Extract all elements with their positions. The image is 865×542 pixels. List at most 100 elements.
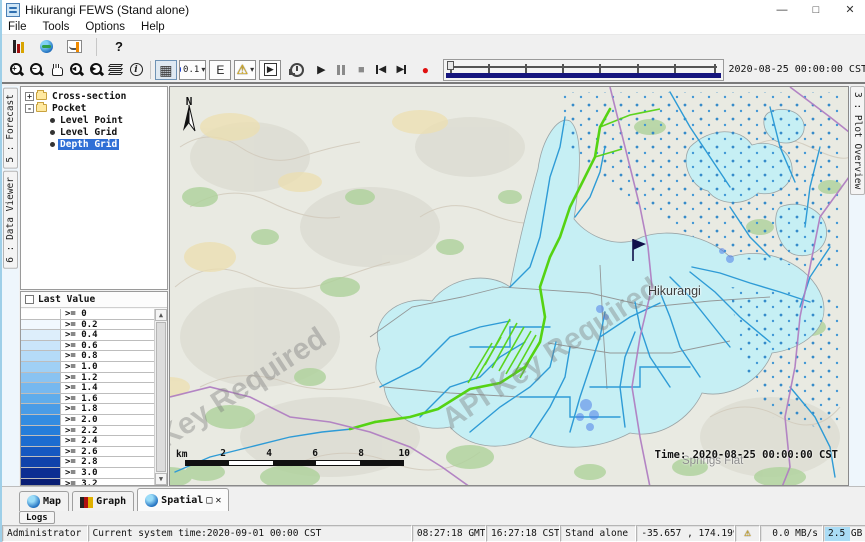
zoom-out-button[interactable]: − <box>26 59 46 80</box>
help-button[interactable]: ? <box>109 36 129 57</box>
dot-icon <box>180 67 181 72</box>
legend-row[interactable]: >= 2.0 <box>21 415 154 426</box>
minimize-button[interactable]: — <box>765 0 799 20</box>
zoom-previous-button[interactable]: ◂ <box>66 59 86 80</box>
menu-item[interactable]: Options <box>85 21 125 33</box>
animation-export-button[interactable]: ▶ <box>259 60 281 80</box>
go-last-button[interactable]: ▶ <box>391 59 411 80</box>
legend-row[interactable]: >= 1.6 <box>21 394 154 405</box>
legend-row[interactable]: >= 1.0 <box>21 362 154 373</box>
tab-close-icon[interactable]: ✕ <box>215 495 221 506</box>
tree-item-label[interactable]: Cross-section <box>50 91 128 102</box>
tree-item[interactable]: Level Grid <box>37 126 167 138</box>
stop-button[interactable]: ■ <box>351 59 371 80</box>
legend-row[interactable]: >= 0.2 <box>21 320 154 331</box>
legend-color-swatch <box>21 330 61 340</box>
legend-row[interactable]: >= 2.8 <box>21 457 154 468</box>
bottom-tab[interactable]: Graph <box>72 491 134 511</box>
scrollbar-thumb[interactable] <box>156 322 166 472</box>
status-memory-gauge[interactable]: 2.5 GB <box>823 525 865 542</box>
legend-row[interactable]: >= 2.4 <box>21 436 154 447</box>
legend-row[interactable]: >= 3.2 <box>21 479 154 486</box>
legend-row[interactable]: >= 1.2 <box>21 373 154 384</box>
map-view[interactable]: API Key Required API Key Required N Hiku… <box>169 86 849 486</box>
database-button[interactable] <box>8 36 28 57</box>
legend-panel: Last Value >= 0 >= 0.2 <box>20 291 168 486</box>
status-alerts[interactable]: ⚠ <box>735 525 760 542</box>
tree-item[interactable]: - Pocket <box>25 102 167 114</box>
menu-item[interactable]: Tools <box>43 21 70 33</box>
zoom-in-button[interactable]: + <box>6 59 26 80</box>
toolbar-separator <box>150 61 151 79</box>
thresholds-dropdown[interactable]: ⚠ ▾ <box>234 60 256 80</box>
legend-row[interactable]: >= 1.8 <box>21 404 154 415</box>
layers-icon <box>109 64 123 76</box>
bottom-tab-bar: Map Graph Spatial □ ✕ <box>2 486 865 511</box>
legend-row-label: >= 0.2 <box>61 320 98 330</box>
import-chart-button[interactable] <box>64 36 84 57</box>
scroll-down-icon[interactable]: ▼ <box>155 473 167 485</box>
last-value-checkbox[interactable] <box>25 295 34 304</box>
map-canvas <box>170 87 849 486</box>
menu-item[interactable]: Help <box>141 21 165 33</box>
globe-icon <box>40 40 53 53</box>
maximize-button[interactable]: □ <box>799 0 833 20</box>
play-icon: ▶ <box>317 63 325 76</box>
side-tab[interactable]: 5 : Forecast <box>3 88 18 169</box>
tree-node-icon <box>50 142 55 147</box>
zoom-next-button[interactable]: ▸ <box>86 59 106 80</box>
legend-row[interactable]: >= 0 <box>21 309 154 320</box>
tree-item-label[interactable]: Level Grid <box>58 127 119 138</box>
tree-toggle-icon[interactable]: - <box>25 104 34 113</box>
pan-button[interactable] <box>46 59 66 80</box>
scale-tick: 4 <box>226 448 272 459</box>
opacity-dropdown[interactable]: 0.1 ▾ <box>179 60 206 80</box>
tree-toggle-icon[interactable]: + <box>25 92 34 101</box>
go-first-button[interactable]: ◀ <box>371 59 391 80</box>
tree-item[interactable]: + Cross-section <box>25 90 167 102</box>
grid-toggle-button[interactable]: ▦ <box>155 60 177 80</box>
movie-icon: ▶ <box>264 63 277 76</box>
tree-item-label[interactable]: Level Point <box>58 115 125 126</box>
layers-button[interactable] <box>106 59 126 80</box>
tree-item[interactable]: Depth Grid <box>37 138 167 150</box>
menu-item[interactable]: File <box>8 21 27 33</box>
pause-button[interactable] <box>331 59 351 80</box>
legend-row[interactable]: >= 2.2 <box>21 426 154 437</box>
status-system-time: Current system time:2020-09-01 00:00 CST <box>88 525 412 542</box>
main-area: 5 : Forecast 6 : Data Viewer + Cross-sect… <box>2 86 865 486</box>
close-button[interactable]: ✕ <box>833 0 865 20</box>
toolbar-separator <box>96 38 97 56</box>
time-slider-thumb[interactable] <box>447 61 454 70</box>
legend-row-label: >= 1.2 <box>61 373 98 383</box>
legend-row[interactable]: >= 3.0 <box>21 468 154 479</box>
side-tab[interactable]: 6 : Data Viewer <box>3 171 18 269</box>
zoom-next-icon: ▸ <box>89 62 104 77</box>
legend-toggle-button[interactable]: E <box>209 60 231 80</box>
logs-button[interactable]: Logs <box>19 511 55 524</box>
legend-row[interactable]: >= 0.6 <box>21 341 154 352</box>
play-button[interactable]: ▶ <box>311 59 331 80</box>
animation-settings-button[interactable] <box>287 59 307 80</box>
info-button[interactable]: i <box>126 59 146 80</box>
map-view-button[interactable] <box>36 36 56 57</box>
status-user: Administrator <box>2 525 88 542</box>
legend-row[interactable]: >= 0.4 <box>21 330 154 341</box>
menu-bar: File Tools Options Help <box>2 20 865 35</box>
tab-maximize-icon[interactable]: □ <box>206 495 212 506</box>
tree-item[interactable]: Level Point <box>37 114 167 126</box>
legend-row[interactable]: >= 1.4 <box>21 383 154 394</box>
record-button[interactable]: ● <box>415 59 435 80</box>
tree-item-label[interactable]: Pocket <box>50 103 88 114</box>
legend-row[interactable]: >= 0.8 <box>21 351 154 362</box>
right-tab-strip: 3 : Plot Overview <box>849 86 865 486</box>
info-icon: i <box>130 63 143 76</box>
legend-scrollbar[interactable]: ▲ ▼ <box>154 309 167 485</box>
side-tab[interactable]: 3 : Plot Overview <box>850 86 865 195</box>
time-slider[interactable] <box>443 59 723 81</box>
legend-row[interactable]: >= 2.6 <box>21 447 154 458</box>
tree-item-label[interactable]: Depth Grid <box>58 139 119 150</box>
bottom-tab[interactable]: Spatial □ ✕ <box>137 488 229 511</box>
bottom-tab[interactable]: Map <box>19 491 69 511</box>
scroll-up-icon[interactable]: ▲ <box>155 309 167 321</box>
